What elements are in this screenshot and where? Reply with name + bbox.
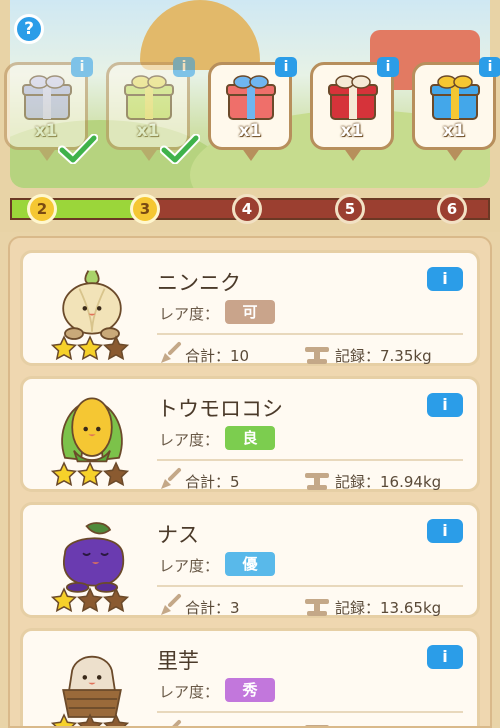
rarity-label: レア度： (159, 431, 220, 449)
reward-quantity: x1 (238, 121, 262, 141)
star-filled-icon (51, 335, 78, 361)
crop-info-button[interactable]: i (427, 519, 463, 543)
crop-info-button[interactable]: i (427, 267, 463, 291)
gift-box-icon (226, 75, 276, 120)
star-empty-icon (102, 587, 130, 613)
scale-icon (305, 347, 329, 364)
crop-info-button[interactable]: i (427, 393, 463, 417)
progress-step-3: 3 (130, 194, 160, 224)
rarity-label: レア度： (159, 557, 220, 575)
shovel-icon (172, 720, 181, 726)
divider (157, 459, 463, 461)
scale-icon (305, 473, 329, 490)
total-count: 合計：2 (185, 723, 240, 726)
rating-stars (51, 713, 130, 726)
crop-name: ニンニク (157, 271, 241, 295)
progress-step-2: 2 (27, 194, 57, 224)
star-empty-icon (76, 587, 104, 613)
rating-stars (51, 461, 130, 487)
reward-info-icon[interactable]: i (275, 57, 297, 77)
shovel-icon (161, 342, 181, 363)
progress-step-6: 6 (437, 194, 467, 224)
rarity-badge: 可 (225, 300, 275, 324)
reward-info-icon[interactable]: i (71, 57, 93, 77)
rarity-badge: 優 (225, 552, 275, 576)
total-count: 合計：5 (185, 473, 240, 491)
star-empty-icon (102, 335, 130, 361)
star-filled-icon (51, 461, 78, 487)
reward-gift-5[interactable]: x1 i (412, 57, 500, 161)
rarity-label: レア度： (159, 305, 220, 323)
crop-name: 里芋 (157, 649, 199, 673)
divider (157, 711, 463, 713)
star-filled-icon (76, 461, 104, 487)
gift-box-icon (430, 75, 480, 120)
weight-record: 記録：7.35kg (335, 347, 432, 365)
crop-card[interactable]: 里芋レア度： 秀 i 合計：2 記録：10.86kg (20, 628, 480, 726)
crop-card[interactable]: トウモロコシレア度： 良 i 合計：5 記録：16.94kg (20, 376, 480, 492)
star-filled-icon (76, 335, 104, 361)
divider (157, 333, 463, 335)
weight-record: 記録：16.94kg (335, 473, 442, 491)
star-filled-icon (51, 713, 78, 726)
shovel-icon (161, 468, 181, 489)
crop-list[interactable]: ニンニク レア度：可 i 合計：10 記録：7.35kg トウモロコシ レア度：良 i 合計：5… (8, 236, 492, 728)
crop-name: トウモロコシ (157, 397, 283, 421)
reward-info-icon[interactable]: i (377, 57, 399, 77)
help-icon[interactable]: ? (14, 14, 44, 44)
reward-gift-3[interactable]: x1 i (208, 57, 297, 161)
rarity-label: レア度： (159, 683, 220, 701)
rarity-badge: 良 (225, 426, 275, 450)
reward-info-icon[interactable]: i (479, 57, 500, 77)
reward-quantity: x1 (340, 121, 364, 141)
reward-quantity: x1 (442, 121, 466, 141)
reward-info-icon[interactable]: i (173, 57, 195, 77)
crop-name: ナス (157, 523, 199, 547)
progress-step-5: 5 (335, 194, 365, 224)
rating-stars (51, 335, 130, 361)
scale-icon (305, 599, 329, 616)
total-count: 合計：10 (185, 347, 250, 365)
weight-record: 記録：13.65kg (335, 599, 442, 617)
rating-stars (51, 587, 130, 613)
reward-gift-4[interactable]: x1 i (310, 57, 399, 161)
gift-box-icon (22, 75, 72, 120)
weight-record: 記録：10.86kg (335, 723, 441, 726)
eggplant-icon (62, 522, 125, 593)
star-empty-icon (102, 461, 130, 487)
star-filled-icon (51, 587, 78, 613)
crop-info-button[interactable]: i (427, 645, 463, 669)
progress-step-4: 4 (232, 194, 262, 224)
crop-card[interactable]: ナスレア度： 優 i 合計：3 記録：13.65kg (20, 502, 480, 618)
divider (157, 585, 463, 587)
taro-icon (62, 655, 122, 718)
shovel-icon (161, 594, 181, 615)
gift-box-icon (124, 75, 174, 120)
crop-card[interactable]: ニンニクレア度： 可 i 合計：10 記録：7.35kg (20, 250, 480, 366)
rarity-badge: 秀 (225, 678, 275, 702)
star-empty-icon (102, 713, 130, 726)
total-count: 合計：3 (185, 599, 240, 617)
claimed-check-icon (58, 134, 98, 164)
gift-box-icon (328, 75, 378, 120)
reward-track-panel: ? x1 i x1 i x1 i x1 i x1 i 23456 (0, 0, 500, 232)
star-empty-icon (76, 713, 104, 726)
claimed-check-icon (160, 134, 200, 164)
corn-icon (61, 397, 123, 463)
garlic-icon (62, 270, 122, 340)
scale-icon (305, 725, 329, 726)
